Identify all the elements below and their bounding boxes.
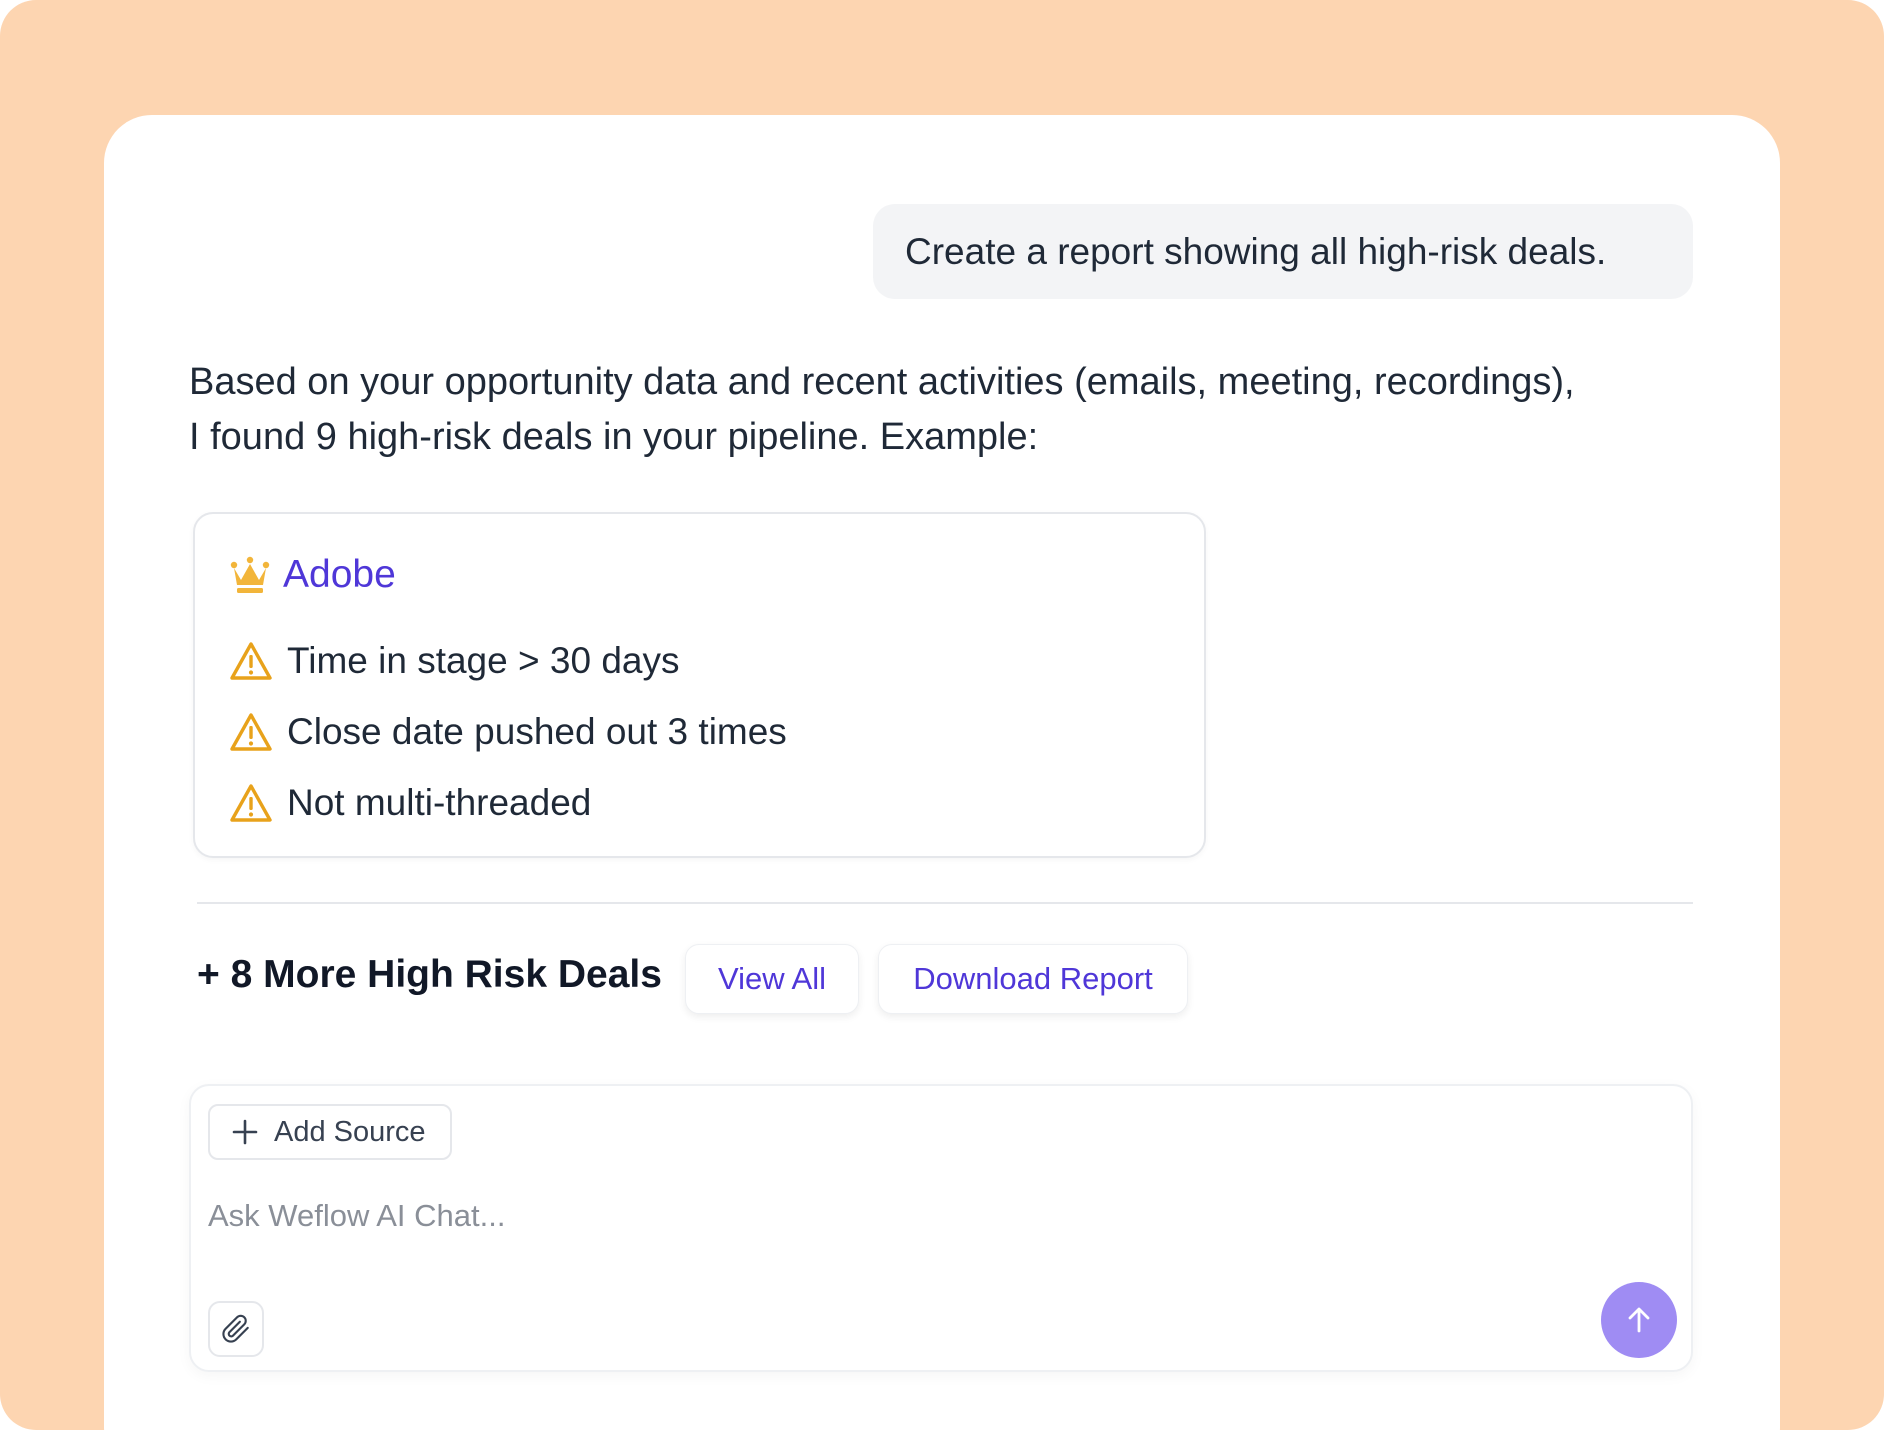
- user-message-bubble: Create a report showing all high-risk de…: [873, 204, 1693, 299]
- risk-item: Time in stage > 30 days: [229, 636, 679, 686]
- arrow-up-icon: [1628, 1307, 1650, 1333]
- paperclip-icon: [222, 1314, 249, 1343]
- assistant-message-line: Based on your opportunity data and recen…: [189, 361, 1575, 403]
- risk-item: Not multi-threaded: [229, 778, 591, 828]
- warning-icon: [230, 784, 272, 822]
- risk-label: Not multi-threaded: [287, 782, 592, 823]
- download-report-button[interactable]: Download Report: [878, 944, 1188, 1014]
- chat-composer: Add Source: [189, 1084, 1693, 1372]
- deal-name[interactable]: Adobe: [283, 553, 396, 597]
- add-source-label: Add Source: [274, 1115, 426, 1148]
- crown-icon: [230, 556, 270, 593]
- risk-label: Time in stage > 30 days: [287, 640, 680, 681]
- user-message-text: Create a report showing all high-risk de…: [905, 231, 1607, 272]
- more-deals-label: + 8 More High Risk Deals: [197, 953, 662, 996]
- risk-label: Close date pushed out 3 times: [287, 711, 787, 752]
- assistant-message: Based on your opportunity data and recen…: [189, 355, 1709, 465]
- view-all-button[interactable]: View All: [685, 944, 859, 1014]
- warning-icon: [230, 642, 272, 680]
- risk-item: Close date pushed out 3 times: [229, 707, 787, 757]
- deal-card: Adobe Time in stage > 30 days Close date…: [193, 512, 1206, 858]
- send-button[interactable]: [1601, 1282, 1677, 1358]
- divider: [197, 902, 1693, 904]
- plus-icon: [232, 1119, 258, 1145]
- warning-icon: [230, 713, 272, 751]
- assistant-message-line: I found 9 high-risk deals in your pipeli…: [189, 416, 1039, 458]
- attach-button[interactable]: [208, 1301, 264, 1357]
- deal-title-row: Adobe: [229, 550, 396, 600]
- chat-input[interactable]: [208, 1186, 1508, 1246]
- add-source-button[interactable]: Add Source: [208, 1104, 452, 1160]
- background-frame: Create a report showing all high-risk de…: [0, 0, 1884, 1430]
